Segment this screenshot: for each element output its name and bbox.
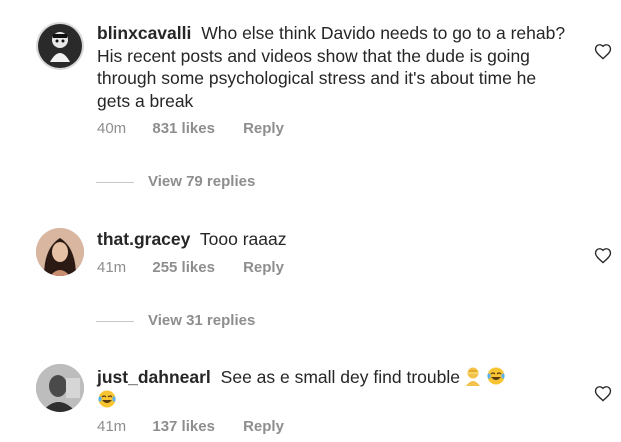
comment-text: Tooo raaaz <box>195 229 287 249</box>
face-with-tears-of-joy-emoji-icon <box>98 390 116 407</box>
comments-list: blinxcavalli Who else think Davido needs… <box>0 0 621 442</box>
comment-body: just_dahnearl See as e small dey find tr… <box>97 366 567 411</box>
view-replies-button[interactable]: View 31 replies <box>96 312 255 329</box>
heart-icon[interactable] <box>594 385 612 402</box>
reply-button[interactable]: Reply <box>243 259 284 276</box>
likes-count[interactable]: 255 likes <box>152 259 215 276</box>
comment-username[interactable]: that.gracey <box>97 229 190 249</box>
avatar-dark-artwork-icon <box>36 22 84 70</box>
comment-meta: 40m 831 likes Reply <box>97 120 284 137</box>
avatar-woman-photo-icon <box>36 228 84 276</box>
reply-button[interactable]: Reply <box>243 120 284 137</box>
avatar-man-photo-icon <box>36 364 84 412</box>
comment-time: 40m <box>97 120 127 137</box>
reply-button[interactable]: Reply <box>243 418 284 435</box>
view-replies-button[interactable]: View 79 replies <box>96 173 255 190</box>
avatar[interactable] <box>36 228 84 276</box>
view-replies-label: View 31 replies <box>148 312 256 329</box>
comment-body: blinxcavalli Who else think Davido needs… <box>97 22 567 112</box>
face-with-tears-of-joy-emoji-icon <box>487 367 505 385</box>
likes-count[interactable]: 831 likes <box>152 120 215 137</box>
comment-username[interactable]: blinxcavalli <box>97 23 191 43</box>
person-facepalming-emoji-icon <box>465 367 480 386</box>
comment-meta: 41m 137 likes Reply <box>97 418 284 435</box>
comment-text: See as e small dey find trouble <box>215 367 460 387</box>
replies-divider <box>96 181 134 183</box>
comment-username[interactable]: just_dahnearl <box>97 367 211 387</box>
comment-time: 41m <box>97 259 127 276</box>
heart-icon[interactable] <box>594 43 612 60</box>
replies-divider <box>96 320 134 322</box>
comment-time: 41m <box>97 418 127 435</box>
comment-body: that.gracey Tooo raaaz <box>97 228 567 251</box>
comment-meta: 41m 255 likes Reply <box>97 259 284 276</box>
likes-count[interactable]: 137 likes <box>152 418 215 435</box>
avatar[interactable] <box>36 22 84 70</box>
heart-icon[interactable] <box>594 247 612 264</box>
view-replies-label: View 79 replies <box>148 173 256 190</box>
avatar[interactable] <box>36 364 84 412</box>
